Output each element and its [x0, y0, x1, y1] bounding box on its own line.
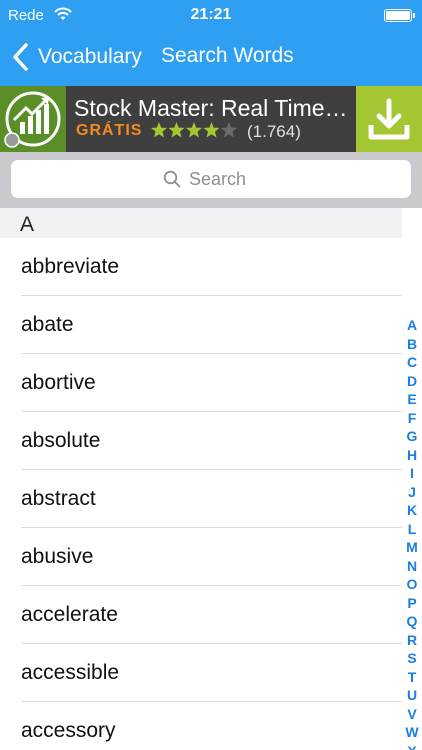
ad-banner[interactable]: Stock Master: Real Time ... GRÁTIS (1.76… — [0, 86, 422, 152]
index-letter[interactable]: H — [402, 446, 422, 465]
word-row[interactable]: accessory — [0, 702, 402, 750]
index-letter[interactable]: K — [402, 501, 422, 520]
index-letter[interactable]: P — [402, 594, 422, 613]
index-letter[interactable]: J — [402, 483, 422, 502]
index-letter[interactable]: E — [402, 390, 422, 409]
search-input[interactable] — [189, 168, 259, 190]
ad-review-count: (1.764) — [247, 122, 301, 141]
page-title: Search Words — [161, 44, 294, 67]
clock: 21:21 — [190, 6, 232, 23]
ad-price: GRÁTIS — [76, 122, 143, 139]
rating-stars-icon — [151, 122, 237, 138]
ad-download-button[interactable] — [356, 86, 422, 152]
index-letter[interactable]: O — [402, 575, 422, 594]
back-button[interactable]: Vocabulary — [10, 38, 142, 76]
word-label: accelerate — [21, 603, 118, 626]
word-row[interactable]: abstract — [0, 470, 402, 528]
index-letter[interactable]: V — [402, 705, 422, 724]
word-label: accessory — [21, 719, 116, 742]
index-letter[interactable]: N — [402, 557, 422, 576]
index-letter[interactable]: S — [402, 649, 422, 668]
section-letter: A — [20, 213, 35, 236]
word-label: abortive — [21, 371, 96, 394]
word-label: abusive — [21, 545, 94, 568]
word-row[interactable]: abusive — [0, 528, 402, 586]
word-label: abstract — [21, 487, 96, 510]
navigation-header: Rede 21:21 Vocabulary Search Words — [0, 0, 422, 86]
index-letter[interactable]: A — [402, 316, 422, 335]
index-letter[interactable]: L — [402, 520, 422, 539]
battery-icon — [384, 9, 415, 22]
index-letter[interactable]: U — [402, 686, 422, 705]
download-icon — [368, 98, 410, 140]
status-bar: Rede 21:21 — [0, 0, 422, 30]
search-bar — [0, 152, 422, 208]
word-label: abate — [21, 313, 74, 336]
word-row[interactable]: absolute — [0, 412, 402, 470]
alphabet-index[interactable]: A B C D E F G H I J K L M N O P Q R S T … — [402, 316, 422, 750]
search-box[interactable] — [11, 160, 411, 198]
back-label: Vocabulary — [38, 45, 142, 68]
index-letter[interactable]: M — [402, 538, 422, 557]
word-row[interactable]: abate — [0, 296, 402, 354]
word-row[interactable]: accessible — [0, 644, 402, 702]
ad-app-icon — [0, 86, 66, 152]
index-letter[interactable]: Q — [402, 612, 422, 631]
search-icon — [163, 170, 181, 188]
word-label: accessible — [21, 661, 120, 684]
index-letter[interactable]: D — [402, 372, 422, 391]
section-header: A — [0, 208, 402, 238]
index-letter[interactable]: X — [402, 742, 422, 750]
index-letter[interactable]: R — [402, 631, 422, 650]
index-letter[interactable]: F — [402, 409, 422, 428]
word-row[interactable]: accelerate — [0, 586, 402, 644]
word-label: abbreviate — [21, 255, 120, 278]
word-row[interactable]: abortive — [0, 354, 402, 412]
index-letter[interactable]: I — [402, 464, 422, 483]
index-letter[interactable]: C — [402, 353, 422, 372]
word-list: abbreviate abate abortive absolute abstr… — [0, 238, 402, 750]
word-row[interactable]: abbreviate — [0, 238, 402, 296]
stock-chart-icon — [0, 86, 66, 152]
ad-app-name: Stock Master: Real Time ... — [74, 95, 349, 121]
word-label: absolute — [21, 429, 101, 452]
nav-bar: Vocabulary Search Words — [0, 30, 422, 84]
chevron-left-icon — [13, 43, 28, 71]
index-letter[interactable]: W — [402, 723, 422, 742]
index-letter[interactable]: T — [402, 668, 422, 687]
index-letter[interactable]: G — [402, 427, 422, 446]
index-letter[interactable]: B — [402, 335, 422, 354]
